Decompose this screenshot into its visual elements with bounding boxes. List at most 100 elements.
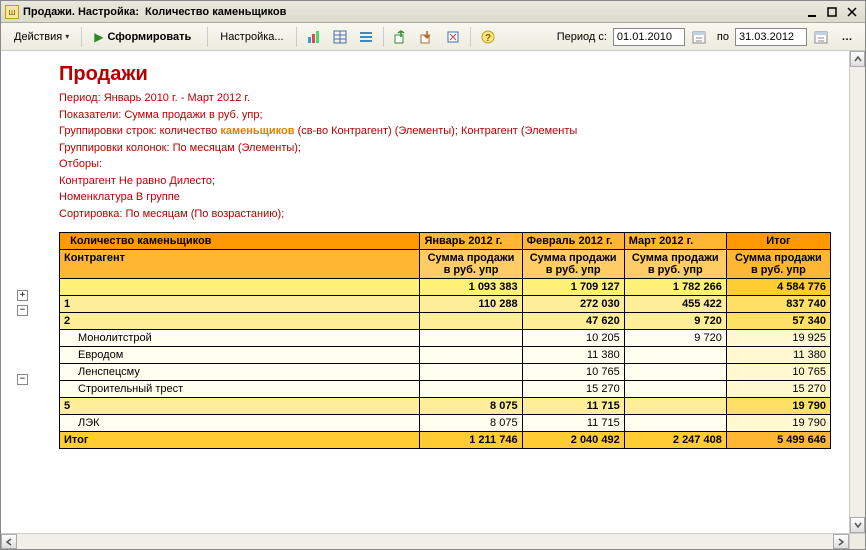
calendar-to-button[interactable]: [809, 26, 833, 48]
svg-text:?: ?: [485, 33, 491, 44]
chevron-up-icon: [854, 55, 862, 63]
chevron-down-icon: [854, 521, 862, 529]
scroll-track[interactable]: [850, 67, 865, 517]
header-col-group: Количество каменьщиков: [60, 233, 420, 250]
actions-menu[interactable]: Действия ▾: [7, 26, 76, 48]
table-row[interactable]: Строительный трест 15 270 15 270: [60, 381, 831, 398]
table-row[interactable]: ЛЭК8 07511 71519 790: [60, 415, 831, 432]
scroll-down-button[interactable]: [850, 517, 865, 533]
row-label: Евродом: [60, 347, 420, 364]
scroll-right-button[interactable]: [833, 534, 849, 549]
row-label: Ленспецсму: [60, 364, 420, 381]
period-more-button[interactable]: …: [835, 26, 859, 48]
meta-filter-1: Контрагент Не равно Дилесто;: [59, 173, 831, 190]
calendar-icon: [814, 30, 828, 44]
scroll-track-h[interactable]: [17, 534, 833, 549]
vertical-scrollbar[interactable]: [849, 51, 865, 533]
app-window: ш Продажи. Настройка: Количество каменьщ…: [0, 0, 866, 550]
import-button[interactable]: [415, 26, 439, 48]
chart-button[interactable]: [302, 26, 326, 48]
period-to-label: по: [717, 31, 729, 43]
form-label: Сформировать: [107, 31, 191, 43]
settings-label: Настройка...: [220, 31, 283, 43]
refresh-icon: [445, 29, 461, 45]
horizontal-scrollbar[interactable]: [1, 533, 849, 549]
row-itog: 11 380: [726, 347, 830, 364]
row-value: 110 288: [420, 296, 522, 313]
meta-row-groups-c: (св-во Контрагент) (Элементы); Контраген…: [295, 125, 578, 137]
meta-measures: Показатели: Сумма продажи в руб. упр;: [59, 107, 831, 124]
window-title-prefix: Продажи. Настройка:: [23, 6, 139, 18]
calendar-icon: [692, 30, 706, 44]
row-value: [420, 381, 522, 398]
table-row[interactable]: 247 6209 72057 340: [60, 313, 831, 330]
row-itog: 5 499 646: [726, 432, 830, 449]
row-value: 455 422: [624, 296, 726, 313]
row-value: 1 211 746: [420, 432, 522, 449]
list-button[interactable]: [354, 26, 378, 48]
period-from-input[interactable]: [613, 28, 685, 46]
report-body: Продажи Период: Январь 2010 г. - Март 20…: [31, 51, 849, 533]
ellipsis-icon: …: [842, 31, 853, 43]
row-value: [624, 398, 726, 415]
export-icon: [393, 29, 409, 45]
table-icon: [332, 29, 348, 45]
row-value: [624, 415, 726, 432]
row-itog: 10 765: [726, 364, 830, 381]
scroll-left-button[interactable]: [1, 534, 17, 549]
scroll-up-button[interactable]: [850, 51, 865, 67]
row-itog: 19 790: [726, 415, 830, 432]
header-month: Январь 2012 г.: [420, 233, 522, 250]
table-row[interactable]: 1 093 3831 709 1271 782 2664 584 776: [60, 279, 831, 296]
row-label: 5: [60, 398, 420, 415]
row-value: 2 247 408: [624, 432, 726, 449]
titlebar: ш Продажи. Настройка: Количество каменьщ…: [1, 1, 865, 23]
row-itog: 15 270: [726, 381, 830, 398]
row-value: [624, 381, 726, 398]
row-itog: 19 790: [726, 398, 830, 415]
scrollbar-corner: [849, 533, 865, 549]
table-row[interactable]: Евродом11 38011 380: [60, 347, 831, 364]
row-value: [420, 313, 522, 330]
export-button[interactable]: [389, 26, 413, 48]
refresh-button[interactable]: [441, 26, 465, 48]
row-itog: 19 925: [726, 330, 830, 347]
table-row[interactable]: Ленспецсму10 76510 765: [60, 364, 831, 381]
meta-row-groups-a: Группировки строк: количество: [59, 125, 220, 137]
settings-button[interactable]: Настройка...: [213, 26, 290, 48]
form-button[interactable]: ▶ Сформировать: [87, 26, 202, 48]
report-title: Продажи: [59, 63, 831, 86]
calendar-from-button[interactable]: [687, 26, 711, 48]
row-label: ЛЭК: [60, 415, 420, 432]
period-to-input[interactable]: [735, 28, 807, 46]
table-row[interactable]: Итог1 211 7462 040 4922 247 4085 499 646: [60, 432, 831, 449]
chevron-down-icon: ▾: [65, 32, 69, 41]
table-row[interactable]: Монолитстрой10 2059 72019 925: [60, 330, 831, 347]
row-value: 15 270: [522, 381, 624, 398]
meta-sort: Сортировка: По месяцам (По возрастанию);: [59, 206, 831, 223]
table-button[interactable]: [328, 26, 352, 48]
row-value: [624, 364, 726, 381]
minimize-button[interactable]: [803, 4, 821, 20]
row-value: 8 075: [420, 398, 522, 415]
maximize-icon: [826, 6, 838, 18]
tree-toggle[interactable]: −: [17, 305, 28, 316]
table-row[interactable]: 58 07511 71519 790: [60, 398, 831, 415]
app-icon: ш: [5, 5, 19, 19]
close-button[interactable]: [843, 4, 861, 20]
bottom-bar: [1, 533, 865, 549]
maximize-button[interactable]: [823, 4, 841, 20]
row-value: [420, 347, 522, 364]
help-icon: ?: [480, 29, 496, 45]
report-meta: Период: Январь 2010 г. - Март 2012 г. По…: [59, 90, 831, 222]
table-row[interactable]: 1110 288272 030455 422837 740: [60, 296, 831, 313]
row-value: 1 093 383: [420, 279, 522, 296]
row-label: Строительный трест: [60, 381, 420, 398]
row-value: 47 620: [522, 313, 624, 330]
row-value: 1 709 127: [522, 279, 624, 296]
row-value: [624, 347, 726, 364]
tree-toggle[interactable]: +: [17, 290, 28, 301]
minimize-icon: [806, 6, 818, 18]
tree-toggle[interactable]: −: [17, 374, 28, 385]
help-button[interactable]: ?: [476, 26, 500, 48]
